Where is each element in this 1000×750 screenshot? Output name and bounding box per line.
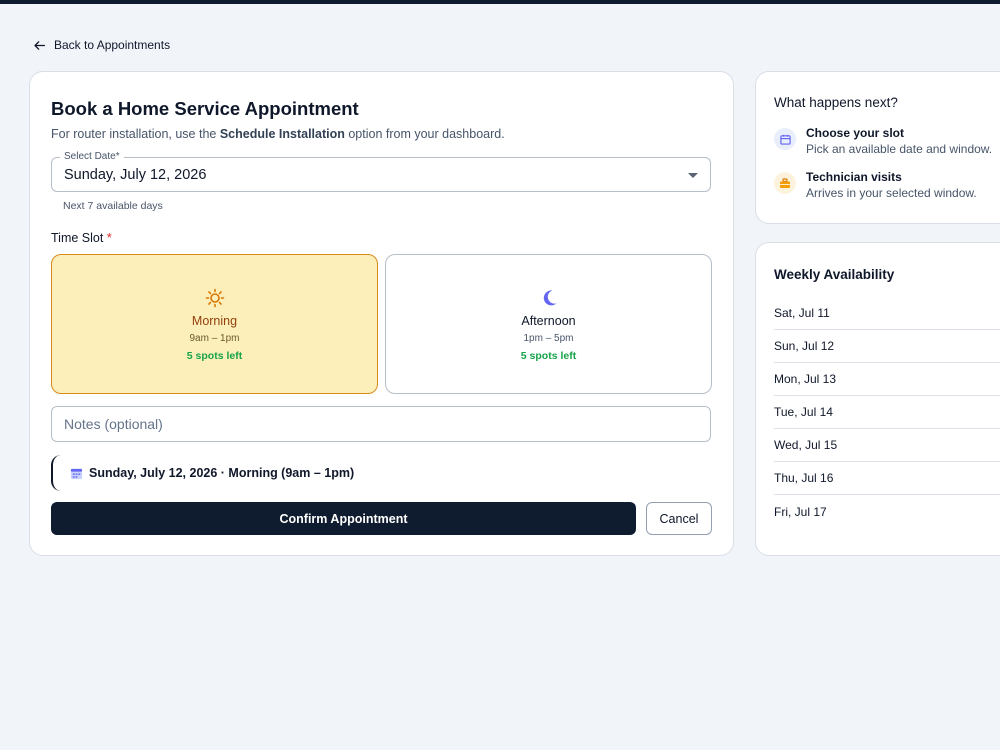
step-description: Pick an available date and window. (806, 142, 993, 156)
schedule-installation-text: Schedule Installation (219, 127, 345, 141)
arrow-left-icon (34, 40, 46, 50)
booking-subtitle: For router installation, use the Schedul… (51, 127, 505, 141)
summary-text: Sunday, July 12, 2026 · Morning (9am – 1… (89, 466, 355, 480)
availability-day: Sat, Jul 11 (774, 297, 1000, 330)
availability-day: Tue, Jul 14 (774, 396, 1000, 429)
step-title: Technician visits (806, 170, 902, 184)
confirm-appointment-button[interactable]: Confirm Appointment (51, 502, 636, 535)
back-link-label: Back to Appointments (54, 38, 171, 52)
calendar-icon (774, 128, 796, 150)
time-slot-morning[interactable]: Morning 9am – 1pm 5 spots left (51, 254, 378, 394)
slot-name: Afternoon (521, 314, 576, 328)
step-title: Choose your slot (806, 126, 905, 140)
availability-day: Fri, Jul 17 (774, 504, 827, 519)
slot-hours: 1pm – 5pm (523, 333, 574, 344)
weekly-availability-card: Weekly Availability Sat, Jul 11 Sun, Jul… (755, 242, 1000, 556)
slot-name: Morning (191, 314, 238, 328)
booking-card: Book a Home Service Appointment For rout… (29, 71, 734, 556)
back-to-appointments-link[interactable]: Back to Appointments (33, 38, 170, 52)
notes-input[interactable] (51, 406, 711, 442)
date-helper-text: Next 7 available days (63, 200, 163, 212)
availability-day: Mon, Jul 13 (774, 363, 1000, 396)
sun-icon (52, 288, 377, 308)
what-happens-next-card: What happens next? Choose your slot Pick… (755, 71, 1000, 224)
slot-spots: 5 spots left (186, 350, 243, 362)
time-slot-afternoon[interactable]: Afternoon 1pm – 5pm 5 spots left (385, 254, 712, 394)
availability-day: Wed, Jul 15 (774, 429, 1000, 462)
toolbox-icon (774, 172, 796, 194)
page-title: Book a Home Service Appointment (51, 98, 359, 119)
slot-spots: 5 spots left (520, 350, 577, 362)
slot-hours: 9am – 1pm (189, 333, 240, 344)
date-select[interactable]: Select Date* Sunday, July 12, 2026 (51, 151, 711, 192)
step-description: Arrives in your selected window. (806, 186, 977, 200)
availability-day: Sun, Jul 12 (774, 330, 1000, 363)
availability-day: Thu, Jul 16 (774, 462, 1000, 495)
caret-down-icon (688, 173, 698, 178)
calendar-icon (70, 468, 83, 479)
moon-icon (386, 288, 711, 308)
date-select-value: Sunday, July 12, 2026 (64, 167, 207, 183)
cancel-button[interactable]: Cancel (646, 502, 712, 535)
weekly-availability-title: Weekly Availability (774, 267, 895, 282)
top-bar (0, 0, 1000, 4)
time-slot-label: Time Slot * (51, 231, 112, 245)
next-steps-title: What happens next? (774, 95, 898, 110)
appointment-summary: Sunday, July 12, 2026 · Morning (9am – 1… (51, 455, 371, 491)
date-select-label: Select Date* (60, 151, 124, 162)
